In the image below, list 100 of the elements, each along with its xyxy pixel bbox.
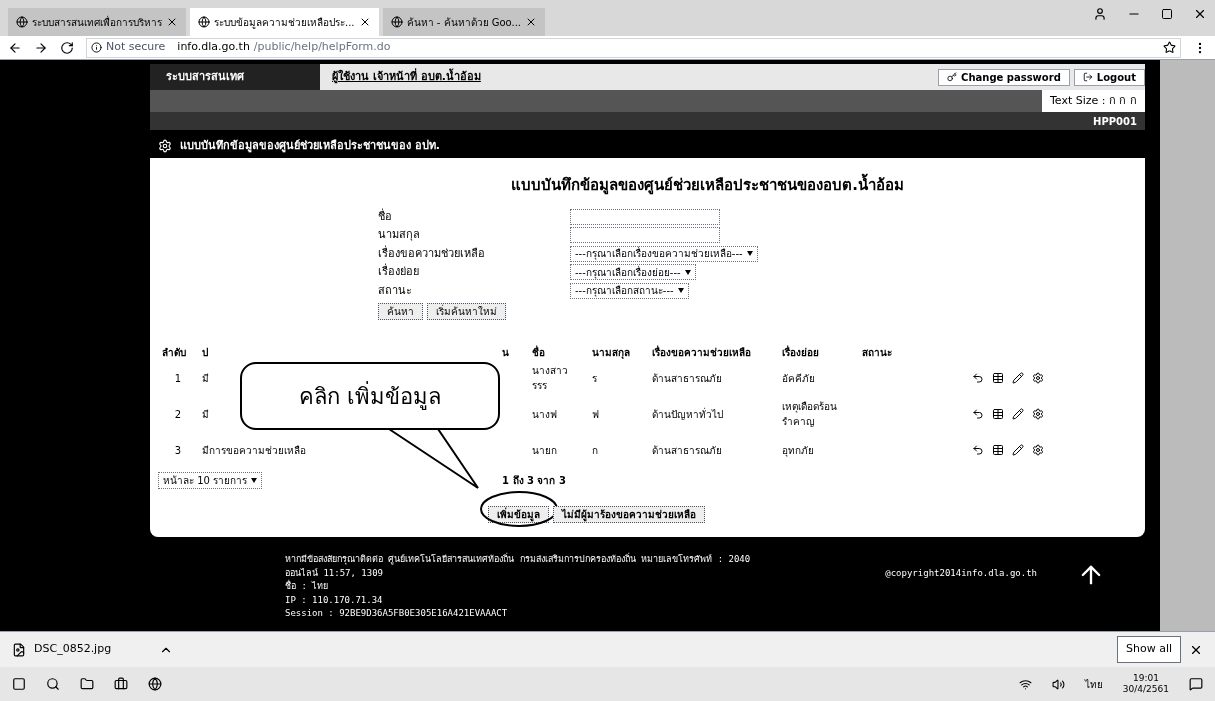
text-size-control[interactable]: Text Size : ก ก ก bbox=[1041, 90, 1145, 112]
dropdown[interactable]: ---กรุณาเลือกเรื่องขอความช่วยเหลือ--- bbox=[570, 245, 758, 262]
user-label: ผู้ใช้งาน เจ้าหน้าที่ อบต.น้ำอ้อม bbox=[332, 68, 481, 86]
caret-icon bbox=[684, 269, 691, 275]
back-icon[interactable] bbox=[8, 40, 22, 55]
change-password-button[interactable]: Change password bbox=[938, 68, 1070, 86]
column-header: ป bbox=[201, 345, 209, 360]
dropdown[interactable]: ---กรุณาเลือกสถานะ--- bbox=[570, 282, 689, 299]
settings-icon[interactable] bbox=[1032, 372, 1044, 384]
table-icon[interactable] bbox=[992, 408, 1004, 420]
table-cell-text: อุทกภัย bbox=[781, 443, 815, 459]
key-icon bbox=[947, 72, 958, 82]
field-label: นามสกุล bbox=[378, 227, 421, 243]
section-title: แบบบันทึกข้อมูลของศูนย์ช่วยเหลือประชาชนของ อปท. bbox=[180, 137, 440, 155]
column-header: ชื่อ bbox=[531, 344, 546, 360]
action-button[interactable]: เพิ่มข้อมูล bbox=[488, 506, 549, 523]
show-all-button[interactable]: Show all bbox=[1116, 636, 1181, 663]
logout-button[interactable]: Logout bbox=[1073, 68, 1145, 86]
action-button[interactable]: ไม่มีผู้มาร้องขอความช่วยเหลือ bbox=[553, 506, 705, 523]
copyright-text: @copyright2014info.dla.go.th bbox=[885, 566, 1037, 580]
table-cell-text: ด้านปัญหาทั่วไป bbox=[651, 406, 724, 422]
caret-icon bbox=[746, 251, 753, 257]
column-header: สถานะ bbox=[861, 345, 893, 360]
maximize-icon[interactable] bbox=[1161, 8, 1173, 20]
close-icon[interactable] bbox=[1193, 7, 1207, 21]
browser-tab[interactable]: ระบบสารสนเทศเพื่อการบริหาร bbox=[8, 8, 186, 36]
forward-icon[interactable] bbox=[34, 40, 48, 55]
table-cell-text: ก bbox=[591, 443, 599, 458]
close-tab-icon[interactable] bbox=[166, 16, 178, 28]
undo-icon[interactable] bbox=[972, 408, 984, 420]
globe-icon bbox=[390, 16, 403, 28]
folder-icon[interactable] bbox=[80, 677, 94, 691]
table-cell-text: ร bbox=[591, 371, 598, 386]
download-item[interactable]: DSC_0852.jpg bbox=[34, 641, 112, 658]
clock-time: 19:01 bbox=[1132, 672, 1159, 684]
settings-icon[interactable] bbox=[1032, 408, 1044, 420]
footer-text: ออนไลน์ 11:57, 1309 bbox=[285, 566, 385, 580]
table-cell-text: 3 bbox=[173, 443, 183, 458]
table-icon[interactable] bbox=[992, 372, 1004, 384]
column-header: น bbox=[501, 345, 510, 360]
table-cell-text: นายก bbox=[531, 443, 558, 458]
info-icon bbox=[91, 42, 102, 53]
pencil-icon[interactable] bbox=[1012, 372, 1024, 384]
footer-text: IP : 110.170.71.34 bbox=[285, 593, 384, 607]
browser-tab[interactable]: ค้นหา - ค้นหาด้วย Goo... bbox=[382, 8, 546, 36]
form-button[interactable]: ค้นหา bbox=[378, 303, 423, 320]
form-button[interactable]: เริ่มค้นหาใหม่ bbox=[427, 303, 506, 320]
table-cell-text: 2 bbox=[173, 407, 183, 422]
table-cell: มีการขอความช่วยเหลือ bbox=[202, 444, 306, 456]
field-label: ชื่อ bbox=[378, 208, 393, 225]
dropdown[interactable]: ---กรุณาเลือกเรื่องย่อย--- bbox=[570, 264, 696, 281]
volume-icon[interactable] bbox=[1051, 677, 1065, 691]
table-icon[interactable] bbox=[992, 444, 1004, 456]
image-file-icon bbox=[12, 642, 26, 657]
field-label: สถานะ bbox=[378, 282, 413, 299]
briefcase-icon[interactable] bbox=[114, 677, 128, 691]
table-cell-text: 1 bbox=[173, 371, 183, 386]
notifications-icon[interactable] bbox=[1189, 677, 1203, 691]
footer-text: หากมีข้อสงสัยกรุณาติดต่อ ศูนย์เทคโนโลยีสารสนเทศท้องถิ่น กรมส่งเสริมการปกครองท้องถิ่น หมายเลขโทรศัพท์ : 2040 bbox=[285, 553, 752, 567]
page-code: HPP001 bbox=[1093, 114, 1137, 129]
browser-icon[interactable] bbox=[148, 677, 162, 691]
table-cell: มี bbox=[202, 372, 209, 384]
page-size-dropdown[interactable]: หน้าละ 10 รายการ bbox=[158, 472, 263, 489]
column-header: เรื่องขอความช่วยเหลือ bbox=[651, 344, 752, 360]
form-title: แบบบันทึกข้อมูลของศูนย์ช่วยเหลือประชาชนของอบต.น้ำอ้อม bbox=[278, 174, 1137, 197]
pencil-icon[interactable] bbox=[1012, 408, 1024, 420]
table-cell-text: ด้านสาธารณภัย bbox=[651, 443, 723, 458]
gear-icon bbox=[158, 139, 172, 153]
address-bar[interactable]: Not secure info.dla.go.th /public/help/helpForm.do bbox=[86, 37, 1181, 58]
table-cell-text: ด้านสาธารณภัย bbox=[651, 371, 723, 386]
bookmark-icon[interactable] bbox=[1163, 41, 1176, 54]
undo-icon[interactable] bbox=[972, 444, 984, 456]
globe-icon bbox=[198, 16, 210, 28]
column-header: ลำดับ bbox=[161, 345, 187, 360]
field-label: เรื่องย่อย bbox=[378, 264, 420, 280]
wifi-icon[interactable] bbox=[1018, 677, 1032, 691]
footer-text: Session : 92BE9D36A5FB0E305E16A421EVAAACT bbox=[285, 607, 508, 620]
undo-icon[interactable] bbox=[972, 372, 984, 384]
browser-tab[interactable]: ระบบข้อมูลความช่วยเหลือประ... bbox=[190, 8, 379, 36]
table-cell-text: นางฟ bbox=[531, 407, 558, 422]
app-tab[interactable]: ระบบสารสนเทศ bbox=[150, 64, 320, 90]
settings-icon[interactable] bbox=[1032, 444, 1044, 456]
clock-date: 30/4/2561 bbox=[1122, 684, 1169, 696]
pencil-icon[interactable] bbox=[1012, 444, 1024, 456]
search-icon[interactable] bbox=[46, 677, 60, 691]
reload-icon[interactable] bbox=[60, 40, 74, 55]
text-input[interactable] bbox=[570, 227, 720, 244]
table-cell-text: ฟ bbox=[591, 407, 600, 422]
profile-icon[interactable] bbox=[1093, 7, 1107, 21]
footer-text: ชื่อ : ไทย bbox=[285, 580, 330, 593]
caret-icon bbox=[677, 288, 684, 294]
field-label: เรื่องขอความช่วยเหลือ bbox=[378, 245, 486, 262]
record-count: 1 ถึง 3 จาก 3 bbox=[502, 474, 566, 488]
table-cell: มี bbox=[202, 408, 209, 420]
logout-icon bbox=[1082, 72, 1093, 82]
globe-icon bbox=[16, 16, 28, 28]
start-icon[interactable] bbox=[12, 677, 26, 691]
table-cell-text: นางสาว รรร bbox=[531, 364, 569, 393]
text-input[interactable] bbox=[570, 208, 720, 225]
table-cell-text: อัคคีภัย bbox=[781, 371, 816, 386]
